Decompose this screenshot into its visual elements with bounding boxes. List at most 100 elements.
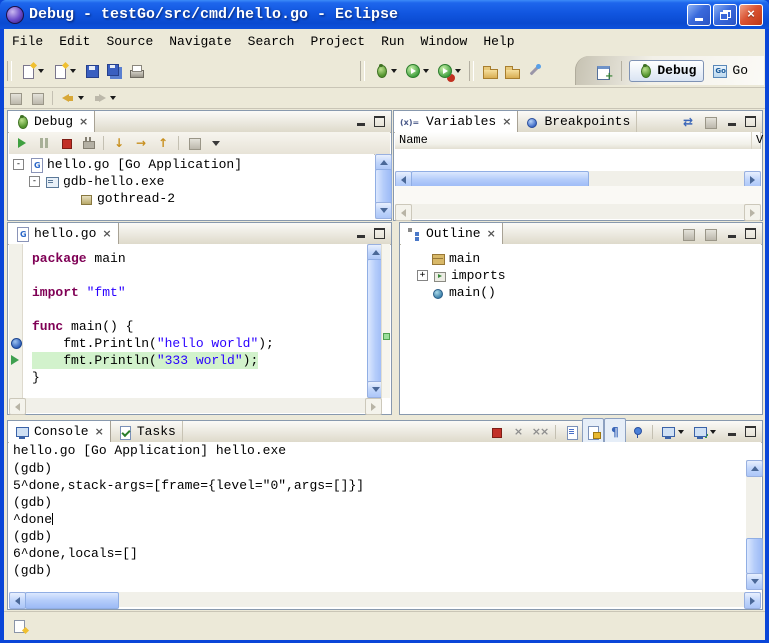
maximize-view-button[interactable] — [742, 114, 759, 129]
tab-tasks[interactable]: Tasks — [111, 421, 183, 442]
scroll-left-button[interactable] — [395, 204, 412, 221]
minimize-window-button[interactable] — [687, 4, 711, 26]
column-name[interactable]: Name — [395, 132, 752, 150]
dropdown-arrow-icon[interactable] — [455, 69, 461, 73]
dropdown-arrow-icon[interactable] — [110, 96, 116, 100]
close-window-button[interactable]: × — [739, 4, 763, 26]
dropdown-arrow-icon[interactable] — [78, 96, 84, 100]
maximize-view-button[interactable] — [371, 226, 388, 241]
scroll-down-button[interactable] — [375, 202, 392, 219]
forward-button[interactable] — [89, 84, 121, 112]
column-value[interactable]: V — [752, 132, 761, 150]
minimize-view-button[interactable] — [723, 424, 740, 439]
close-tab-icon[interactable]: × — [502, 115, 511, 128]
menu-project[interactable]: Project — [302, 29, 373, 54]
outline-item[interactable]: main — [417, 250, 761, 267]
scroll-right-button[interactable] — [744, 592, 761, 609]
dropdown-arrow-icon[interactable] — [678, 430, 684, 434]
scroll-up-button[interactable] — [746, 460, 763, 477]
annotation-mark[interactable] — [383, 333, 390, 340]
toolbar-grip[interactable] — [360, 61, 365, 81]
step-return-button[interactable]: ↑ — [152, 131, 174, 155]
tree-item[interactable]: gothread-2 — [9, 190, 374, 207]
debug-vertical-scrollbar[interactable] — [375, 154, 390, 219]
save-button[interactable] — [81, 57, 103, 85]
scroll-left-button[interactable] — [9, 592, 26, 609]
close-tab-icon[interactable]: × — [102, 227, 111, 240]
disconnect-button[interactable] — [77, 131, 99, 155]
scrollbar-thumb[interactable] — [375, 169, 392, 204]
menu-navigate[interactable]: Navigate — [161, 29, 239, 54]
import-folder-button[interactable] — [501, 57, 523, 85]
close-tab-icon[interactable]: × — [79, 115, 88, 128]
scroll-left-button[interactable] — [9, 398, 26, 415]
menu-window[interactable]: Window — [413, 29, 476, 54]
perspective-go[interactable]: Go — [704, 60, 756, 82]
tab-breakpoints[interactable]: Breakpoints — [518, 111, 637, 132]
external-tools-button[interactable] — [434, 57, 466, 85]
dropdown-arrow-icon[interactable] — [710, 430, 716, 434]
menu-source[interactable]: Source — [98, 29, 161, 54]
dropdown-arrow-icon[interactable] — [391, 69, 397, 73]
editor-gutter[interactable] — [9, 244, 23, 398]
variables-horizontal-scrollbar[interactable] — [395, 171, 761, 186]
variables-tree-area[interactable] — [395, 149, 761, 171]
step-over-button[interactable]: → — [130, 131, 152, 155]
menu-run[interactable]: Run — [373, 29, 412, 54]
resume-button[interactable] — [11, 131, 33, 155]
tab-hello-go[interactable]: hello.go × — [8, 223, 119, 244]
back-button[interactable] — [57, 84, 89, 112]
minimize-view-button[interactable] — [723, 226, 740, 241]
new-wizard-button[interactable] — [17, 57, 49, 85]
menu-edit[interactable]: Edit — [51, 29, 98, 54]
scroll-right-button[interactable] — [744, 204, 761, 221]
toolbar-grip[interactable] — [469, 61, 474, 81]
outline-item[interactable]: main() — [417, 284, 761, 301]
toolbar-grip[interactable] — [7, 61, 12, 81]
outline-item[interactable]: +imports — [417, 267, 761, 284]
menu-file[interactable]: File — [4, 29, 51, 54]
tree-item[interactable]: -gdb-hello.exe — [9, 173, 374, 190]
restore-window-button[interactable] — [713, 4, 737, 26]
menu-help[interactable]: Help — [475, 29, 522, 54]
tab-outline[interactable]: Outline × — [400, 223, 503, 244]
close-tab-icon[interactable]: × — [95, 425, 104, 438]
breakpoint-icon[interactable] — [11, 338, 22, 349]
minimize-view-button[interactable] — [352, 226, 369, 241]
maximize-view-button[interactable] — [742, 226, 759, 241]
expander-icon[interactable]: - — [29, 176, 40, 187]
pointer-icon[interactable] — [11, 355, 19, 365]
run-button[interactable] — [402, 57, 434, 85]
variables-detail-scrollbar[interactable] — [395, 204, 761, 219]
titlebar[interactable]: Debug - testGo/src/cmd/hello.go - Eclips… — [0, 0, 769, 29]
search-button[interactable] — [523, 57, 545, 85]
tree-item[interactable]: -hello.go [Go Application] — [9, 156, 374, 173]
new-menu-button[interactable] — [49, 57, 81, 85]
minimize-view-button[interactable] — [352, 114, 369, 129]
editor-horizontal-scrollbar[interactable] — [9, 398, 382, 413]
tab-debug[interactable]: Debug × — [8, 111, 95, 132]
terminate-button[interactable] — [55, 131, 77, 155]
perspective-debug[interactable]: Debug — [629, 60, 704, 82]
tab-variables[interactable]: Variables × — [394, 111, 518, 132]
open-perspective-button[interactable] — [592, 57, 614, 85]
maximize-view-button[interactable] — [371, 114, 388, 129]
code-area[interactable]: package mainimport "fmt"func main() { fm… — [23, 244, 365, 398]
console-horizontal-scrollbar[interactable] — [9, 592, 761, 607]
tab-console[interactable]: Console × — [8, 421, 111, 442]
expander-icon[interactable]: - — [13, 159, 24, 170]
step-into-button[interactable]: ↓ — [108, 131, 130, 155]
print-button[interactable] — [125, 57, 147, 85]
suspend-button[interactable] — [33, 131, 55, 155]
step-filters-button[interactable] — [4, 84, 26, 112]
scrollbar-thumb[interactable] — [25, 592, 119, 609]
dropdown-arrow-icon[interactable] — [70, 69, 76, 73]
dropdown-arrow-icon[interactable] — [423, 69, 429, 73]
maximize-view-button[interactable] — [742, 424, 759, 439]
console-output[interactable]: (gdb)5^done,stack-args=[frame={level="0"… — [9, 460, 745, 589]
minimize-view-button[interactable] — [723, 114, 740, 129]
close-tab-icon[interactable]: × — [487, 227, 496, 240]
save-all-button[interactable] — [103, 57, 125, 85]
menu-search[interactable]: Search — [240, 29, 303, 54]
console-vertical-scrollbar[interactable] — [746, 460, 761, 590]
